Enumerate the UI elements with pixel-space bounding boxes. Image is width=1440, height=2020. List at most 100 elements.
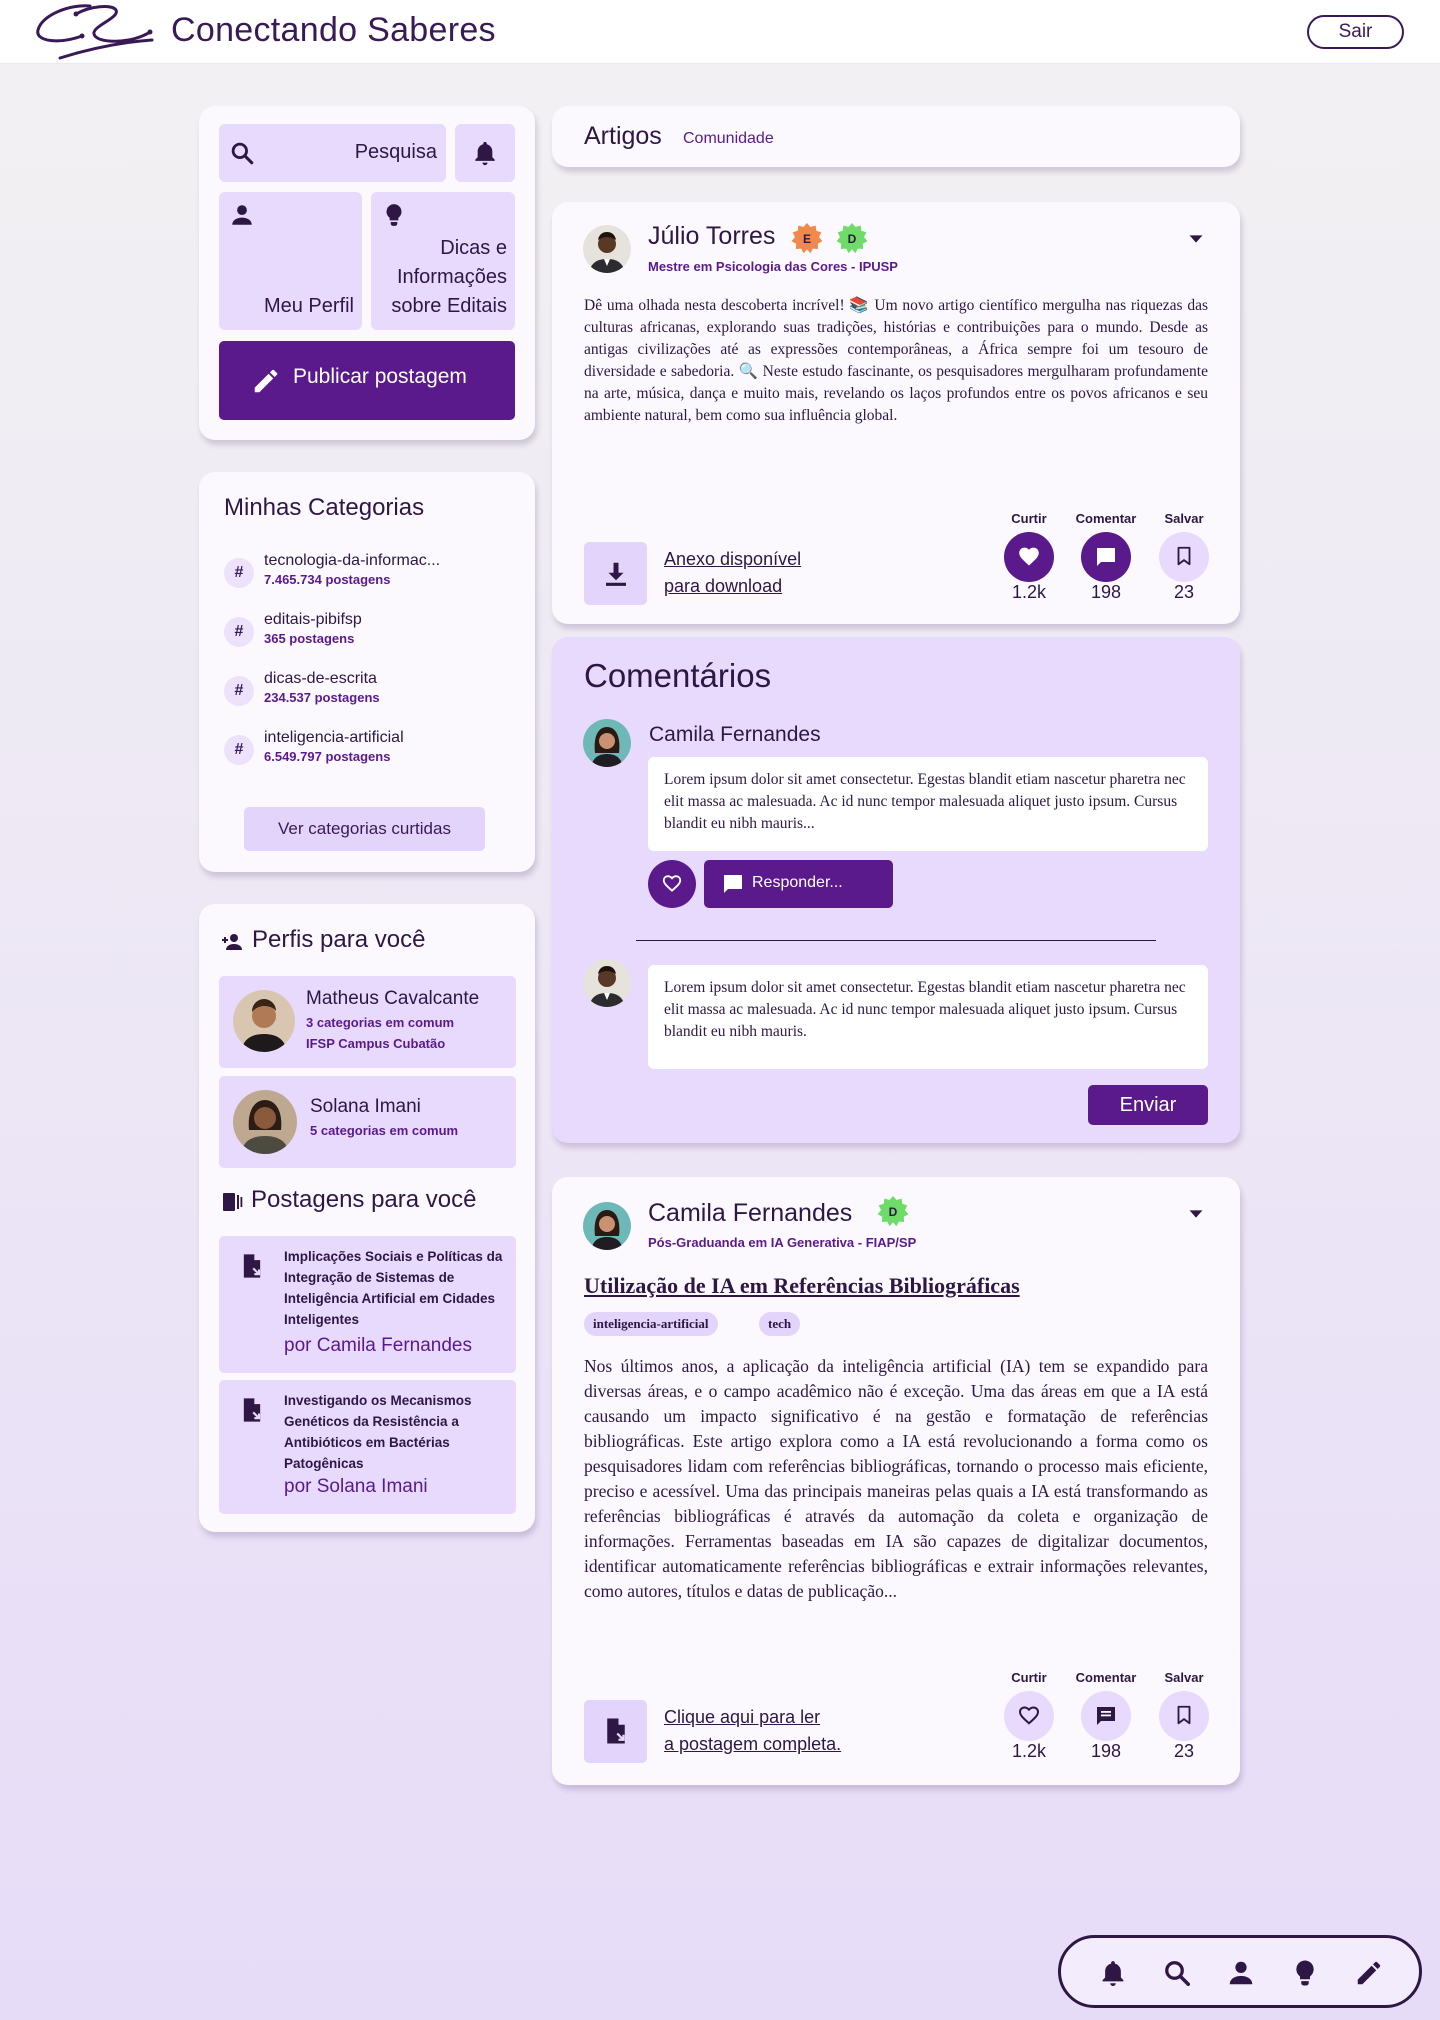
comment-button[interactable] xyxy=(1081,1691,1131,1741)
comment-label: Comentar xyxy=(1075,511,1137,526)
brand-name: Conectando Saberes xyxy=(171,11,496,49)
lightbulb-icon xyxy=(381,202,407,228)
save-label: Salvar xyxy=(1164,1670,1204,1685)
document-icon xyxy=(238,1252,266,1280)
category-item[interactable]: # dicas-de-escrita 234.537 postagens xyxy=(224,668,524,714)
comment-text: Lorem ipsum dolor sit amet consectetur. … xyxy=(648,757,1208,851)
hashtag-icon: # xyxy=(224,617,254,647)
profile-name: Solana Imani xyxy=(310,1096,421,1117)
suggested-post[interactable]: Investigando os Mecanismos Genéticos da … xyxy=(219,1380,516,1514)
category-name: dicas-de-escrita xyxy=(264,670,377,687)
like-button[interactable] xyxy=(1004,1691,1054,1741)
profile-name: Matheus Cavalcante xyxy=(306,988,480,1009)
category-item[interactable]: # editais-pibifsp 365 postagens xyxy=(224,609,524,655)
save-label: Salvar xyxy=(1164,511,1204,526)
category-item[interactable]: # tecnologia-da-informac... 7.465.734 po… xyxy=(224,550,524,596)
tab-community[interactable]: Comunidade xyxy=(683,130,774,148)
tips-button[interactable]: Dicas e Informações sobre Editais xyxy=(371,192,515,330)
publish-post-button[interactable]: Publicar postagem xyxy=(219,341,515,420)
logout-button[interactable]: Sair xyxy=(1307,15,1404,49)
comment-button[interactable] xyxy=(1081,532,1131,582)
comments-title: Comentários xyxy=(584,657,772,694)
post-text: Dê uma olhada nesta descoberta incrível!… xyxy=(584,297,1208,424)
reply-label: Responder... xyxy=(752,874,843,891)
profile-suggestion[interactable]: Matheus Cavalcante 3 categorias em comum… xyxy=(219,976,516,1068)
attachment-link[interactable]: para download xyxy=(664,573,782,600)
search-icon[interactable] xyxy=(1162,1958,1192,1988)
profile-common-categories: 5 categorias em comum xyxy=(310,1123,459,1138)
post-text: Nos últimos anos, a aplicação da intelig… xyxy=(584,1356,1208,1601)
like-button[interactable] xyxy=(1004,532,1054,582)
comment-author[interactable]: Camila Fernandes xyxy=(649,723,821,747)
pencil-icon[interactable] xyxy=(1354,1958,1384,1988)
top-bar: Conectando Saberes Sair xyxy=(0,0,1440,64)
post-author[interactable]: Camila Fernandes xyxy=(648,1199,852,1228)
lightbulb-icon[interactable] xyxy=(1290,1958,1320,1988)
like-label: Curtir xyxy=(1011,511,1047,526)
like-count: 1.2k xyxy=(1011,1741,1047,1761)
profiles-title: Perfis para você xyxy=(252,926,426,953)
hashtag-icon: # xyxy=(224,558,254,588)
suggested-post-author: por Solana Imani xyxy=(284,1476,428,1497)
bell-icon[interactable] xyxy=(1098,1958,1128,1988)
post-author[interactable]: Júlio Torres xyxy=(648,222,775,251)
badge-d-label: D xyxy=(847,232,857,246)
save-count: 23 xyxy=(1173,582,1195,602)
profile-suggestion[interactable]: Solana Imani 5 categorias em comum xyxy=(219,1076,516,1168)
bottom-dock xyxy=(1058,1935,1422,2008)
add-person-icon xyxy=(220,930,244,954)
document-icon xyxy=(601,1716,631,1746)
comment-label: Comentar xyxy=(1075,1670,1137,1685)
avatar xyxy=(233,990,295,1052)
category-count: 365 postagens xyxy=(264,631,355,646)
category-count: 6.549.797 postagens xyxy=(264,749,391,764)
publish-post-label: Publicar postagem xyxy=(293,365,467,388)
suggestions-panel: Perfis para você Matheus Cavalcante 3 ca… xyxy=(199,904,535,1532)
category-name: tecnologia-da-informac... xyxy=(264,552,441,569)
comment-icon xyxy=(721,872,745,896)
divider xyxy=(636,940,1156,941)
chevron-down-icon[interactable] xyxy=(1185,228,1207,250)
save-button[interactable] xyxy=(1159,1691,1209,1741)
save-button[interactable] xyxy=(1159,532,1209,582)
avatar[interactable] xyxy=(583,1202,631,1250)
my-profile-button[interactable]: Meu Perfil xyxy=(219,192,362,330)
download-icon xyxy=(601,559,631,589)
reply-button[interactable]: Responder... xyxy=(704,860,893,908)
read-more-link[interactable]: a postagem completa. xyxy=(664,1731,841,1758)
bookmark-icon xyxy=(1173,545,1195,567)
tab-articles[interactable]: Artigos xyxy=(584,122,662,151)
post-title[interactable]: Utilização de IA em Referências Bibliogr… xyxy=(584,1273,1020,1299)
post-card: Camila Fernandes D Pós-Graduanda em IA G… xyxy=(552,1177,1240,1785)
open-post-button[interactable] xyxy=(584,1700,647,1763)
suggested-post-title: Investigando os Mecanismos Genéticos da … xyxy=(284,1393,472,1471)
post-author-role: Mestre em Psicologia das Cores - IPUSP xyxy=(648,259,898,274)
avatar[interactable] xyxy=(583,225,631,273)
comment-input[interactable]: Lorem ipsum dolor sit amet consectetur. … xyxy=(648,965,1208,1069)
categories-panel: Minhas Categorias # tecnologia-da-inform… xyxy=(199,472,535,872)
heart-icon xyxy=(1017,545,1041,569)
tips-label-line2: Informações xyxy=(396,266,507,288)
attachment-link[interactable]: Anexo disponível xyxy=(664,546,801,573)
post-tag[interactable]: tech xyxy=(759,1312,801,1336)
suggested-post-title: Implicações Sociais e Políticas da Integ… xyxy=(284,1249,503,1327)
profile-common-categories: 3 categorias em comum xyxy=(306,1015,455,1030)
liked-categories-button[interactable]: Ver categorias curtidas xyxy=(244,807,485,851)
search-button[interactable]: Pesquisa xyxy=(219,124,446,182)
hashtag-icon: # xyxy=(224,676,254,706)
like-label: Curtir xyxy=(1011,1670,1047,1685)
person-icon[interactable] xyxy=(1226,1958,1256,1988)
chevron-down-icon[interactable] xyxy=(1185,1203,1207,1225)
post-tag[interactable]: inteligencia-artificial xyxy=(584,1312,718,1336)
read-more-link[interactable]: Clique aqui para ler xyxy=(664,1704,820,1731)
hashtag-icon: # xyxy=(224,735,254,765)
download-attachment-button[interactable] xyxy=(584,542,647,605)
notifications-button[interactable] xyxy=(455,124,515,182)
avatar[interactable] xyxy=(583,719,631,767)
suggested-post[interactable]: Implicações Sociais e Políticas da Integ… xyxy=(219,1236,516,1373)
send-button[interactable]: Enviar xyxy=(1088,1085,1208,1125)
category-item[interactable]: # inteligencia-artificial 6.549.797 post… xyxy=(224,727,524,773)
suggested-posts-title: Postagens para você xyxy=(251,1186,477,1213)
like-comment-button[interactable] xyxy=(648,860,696,908)
quick-actions-panel: Pesquisa Meu Perfil Dicas e Informações … xyxy=(199,106,535,440)
